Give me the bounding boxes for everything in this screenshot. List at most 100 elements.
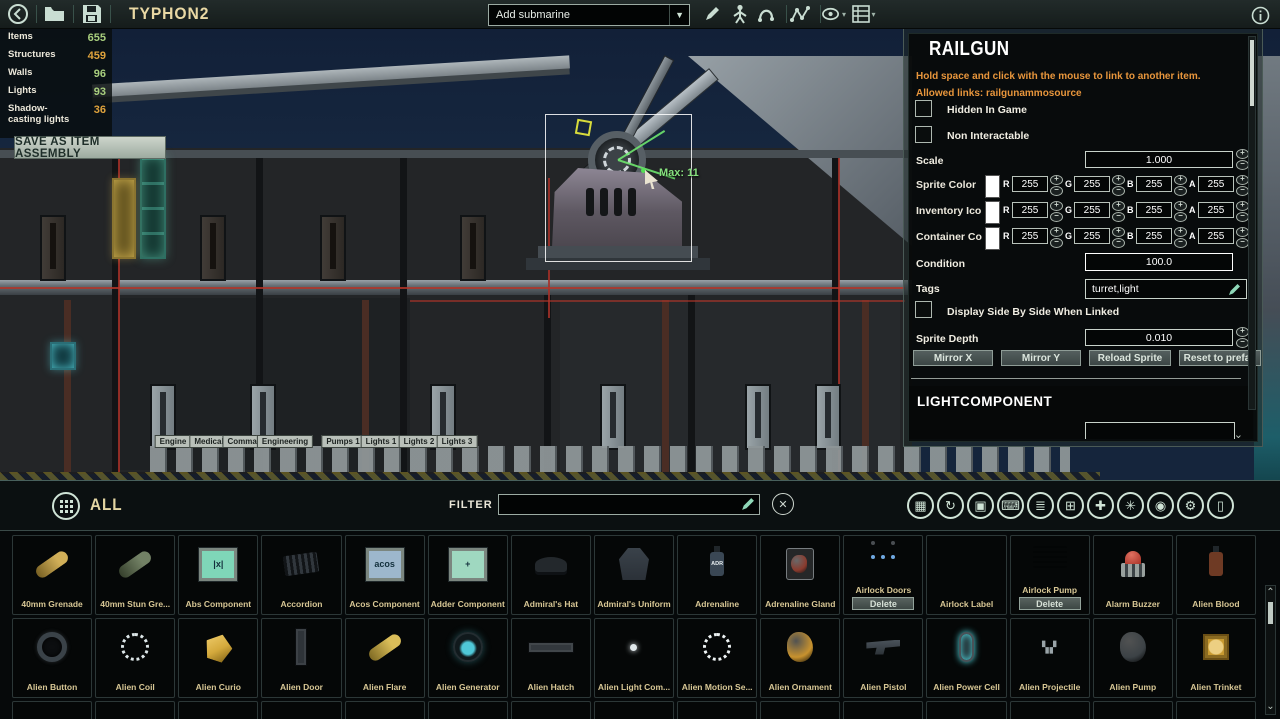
entity-item[interactable]: Alien Curio: [178, 618, 259, 698]
scroll-up-icon[interactable]: ⌃: [1266, 588, 1275, 598]
channel-stepper[interactable]: + −: [1174, 175, 1187, 196]
category-decorative-icon[interactable]: ▣: [967, 492, 994, 519]
entity-item[interactable]: [12, 701, 93, 719]
scroll-down-icon[interactable]: ⌄: [1234, 430, 1243, 441]
all-category-icon[interactable]: [52, 492, 80, 520]
entity-item[interactable]: Alien Hatch: [510, 618, 591, 698]
entity-item[interactable]: Alien Pistol: [843, 618, 924, 698]
scale-input[interactable]: 1.000: [1085, 151, 1233, 168]
channel-input[interactable]: 255: [1012, 202, 1048, 218]
entity-item[interactable]: [261, 701, 342, 719]
entity-item[interactable]: Alien Door: [261, 618, 342, 698]
entity-item[interactable]: Alien Button: [12, 618, 93, 698]
entity-item[interactable]: |x| Abs Component: [178, 535, 259, 615]
delete-assembly-button[interactable]: Delete: [1018, 597, 1081, 610]
color-swatch[interactable]: [985, 175, 1000, 198]
condition-input[interactable]: 100.0: [1085, 253, 1233, 271]
entity-item[interactable]: + Adder Component: [427, 535, 508, 615]
edit-mode-icon[interactable]: [700, 3, 724, 25]
junction-box-row[interactable]: [150, 446, 1070, 472]
entity-item[interactable]: acos Acos Component: [344, 535, 425, 615]
entity-item[interactable]: Airlock Pump Delete: [1009, 535, 1090, 615]
channel-input[interactable]: 255: [1012, 176, 1048, 192]
channel-input[interactable]: 255: [1198, 228, 1234, 244]
category-electrical-icon[interactable]: ⊞: [1057, 492, 1084, 519]
category-wrecked-icon[interactable]: ▯: [1207, 492, 1234, 519]
mirror-y-button[interactable]: Mirror Y: [1001, 350, 1081, 366]
door[interactable]: [460, 215, 486, 281]
category-equipment-icon[interactable]: ≣: [1027, 492, 1054, 519]
channel-input[interactable]: 255: [1136, 176, 1172, 192]
door[interactable]: [815, 384, 841, 450]
entity-item[interactable]: [593, 701, 675, 719]
channel-input[interactable]: 255: [1198, 176, 1234, 192]
color-swatch[interactable]: [985, 201, 1000, 224]
category-medical-icon[interactable]: ✚: [1087, 492, 1114, 519]
entity-item[interactable]: Alien Coil: [95, 618, 176, 698]
door[interactable]: [745, 384, 771, 450]
hidden-in-game-checkbox[interactable]: [915, 100, 932, 117]
entity-item[interactable]: Alarm Buzzer: [1092, 535, 1173, 615]
entity-item[interactable]: Alien Light Com...: [593, 618, 675, 698]
back-icon[interactable]: [6, 3, 30, 25]
supply-cabinet[interactable]: [140, 155, 166, 259]
inspector-scrollbar[interactable]: [1248, 36, 1256, 410]
mirror-x-button[interactable]: Mirror X: [913, 350, 993, 366]
channel-stepper[interactable]: + −: [1050, 175, 1063, 196]
sprite-depth-input[interactable]: 0.010: [1085, 329, 1233, 346]
entity-item[interactable]: Alien Ornament: [760, 618, 841, 698]
entity-item[interactable]: [1009, 701, 1090, 719]
clear-filter-button[interactable]: ✕: [772, 493, 794, 515]
entity-item[interactable]: ADR Adrenaline: [677, 535, 758, 615]
open-file-icon[interactable]: [43, 3, 67, 25]
save-icon[interactable]: [80, 3, 104, 25]
channel-input[interactable]: 255: [1074, 202, 1110, 218]
channel-stepper[interactable]: + −: [1112, 175, 1125, 196]
entity-scrollbar[interactable]: ⌃ ⌄: [1265, 585, 1276, 715]
non-interactable-checkbox[interactable]: [915, 126, 932, 143]
channel-input[interactable]: 255: [1074, 176, 1110, 192]
character-mode-icon[interactable]: [728, 3, 752, 25]
entity-item[interactable]: [677, 701, 758, 719]
filter-input[interactable]: [498, 494, 760, 515]
wiring-mode-icon[interactable]: [754, 3, 778, 25]
channel-input[interactable]: 255: [1198, 202, 1234, 218]
tags-input[interactable]: turret,light: [1085, 279, 1247, 299]
entity-item[interactable]: Alien Blood: [1175, 535, 1256, 615]
channel-stepper[interactable]: + −: [1174, 201, 1187, 222]
entity-item[interactable]: [926, 701, 1007, 719]
fabricator-light[interactable]: [50, 342, 76, 370]
entity-item[interactable]: 40mm Grenade: [12, 535, 93, 615]
channel-stepper[interactable]: + −: [1112, 227, 1125, 248]
entity-item[interactable]: Alien Pump: [1092, 618, 1173, 698]
channel-stepper[interactable]: + −: [1050, 227, 1063, 248]
entity-item[interactable]: [344, 701, 425, 719]
save-as-item-assembly-button[interactable]: SAVE AS ITEM ASSEMBLY: [14, 136, 166, 160]
channel-input[interactable]: 255: [1074, 228, 1110, 244]
scrollbar-thumb[interactable]: [1268, 602, 1273, 624]
entity-item[interactable]: [760, 701, 841, 719]
scrollbar-thumb[interactable]: [1250, 40, 1254, 106]
add-submarine-dropdown[interactable]: Add submarine ▼: [488, 4, 690, 26]
channel-stepper[interactable]: + −: [1112, 201, 1125, 222]
entity-item[interactable]: [510, 701, 591, 719]
category-machine-icon[interactable]: ⌨: [997, 492, 1024, 519]
entity-item[interactable]: 40mm Stun Gre...: [95, 535, 176, 615]
entity-item[interactable]: Airlock Label: [926, 535, 1007, 615]
entity-item[interactable]: [178, 701, 259, 719]
entity-item[interactable]: [843, 701, 924, 719]
category-all-icon[interactable]: ▦: [907, 492, 934, 519]
color-swatch[interactable]: [985, 227, 1000, 250]
entity-item[interactable]: Accordion: [261, 535, 342, 615]
entity-item[interactable]: ▚▞ Alien Projectile: [1009, 618, 1090, 698]
info-icon[interactable]: [1248, 4, 1272, 26]
door[interactable]: [600, 384, 626, 450]
entity-item[interactable]: Adrenaline Gland: [760, 535, 841, 615]
channel-stepper[interactable]: + −: [1050, 201, 1063, 222]
rotation-handle[interactable]: [574, 118, 593, 137]
edit-pencil-icon[interactable]: [1227, 283, 1241, 297]
channel-input[interactable]: 255: [1012, 228, 1048, 244]
entity-item[interactable]: Alien Motion Se...: [677, 618, 758, 698]
scroll-down-icon[interactable]: ⌄: [1266, 702, 1275, 712]
locker[interactable]: [112, 178, 136, 259]
